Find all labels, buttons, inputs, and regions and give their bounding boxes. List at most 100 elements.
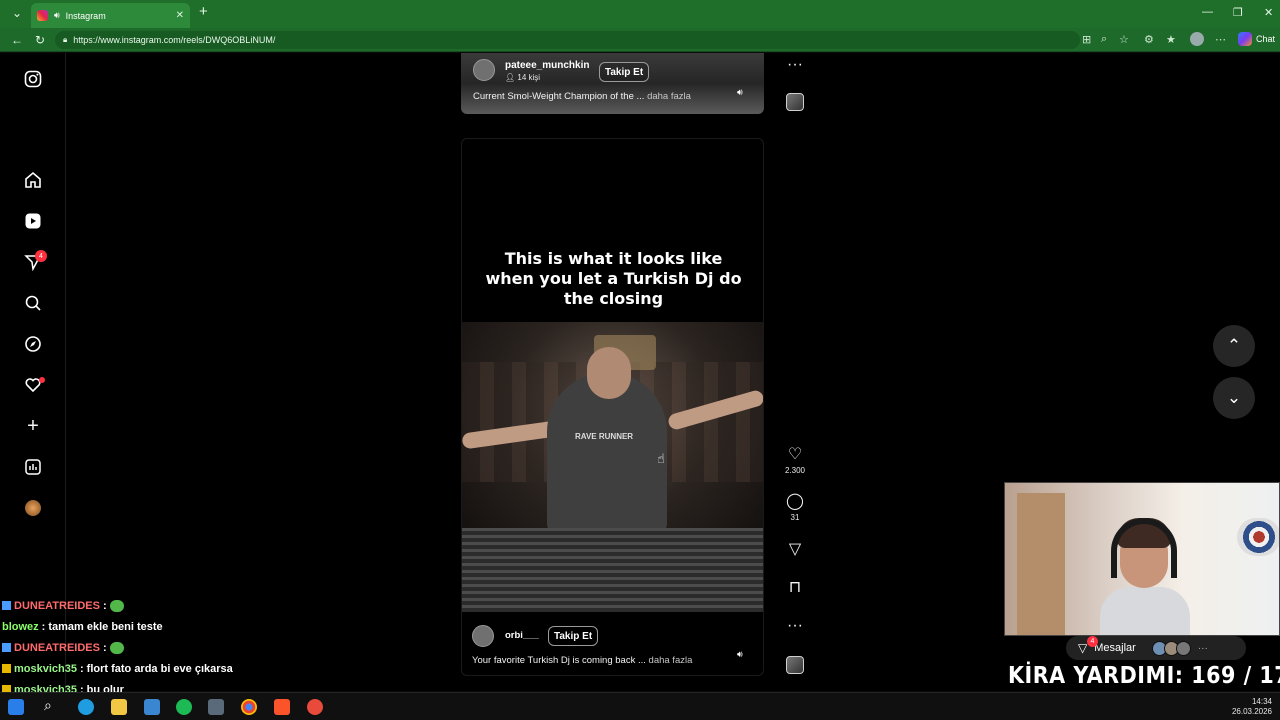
back-icon[interactable]: ← xyxy=(11,33,23,47)
reel-author-username[interactable]: pateee_munchkin xyxy=(505,60,589,71)
favorite-star-icon[interactable]: ☆ xyxy=(1119,33,1129,46)
webcam-headset xyxy=(1111,518,1177,578)
chrome-icon[interactable] xyxy=(241,699,257,715)
sound-icon[interactable]: 🔊︎ xyxy=(737,649,743,660)
more-icon[interactable]: ··· xyxy=(1198,643,1208,654)
more-link[interactable]: daha fazla xyxy=(649,655,693,666)
search-icon[interactable] xyxy=(22,292,44,314)
reel-author-username[interactable]: orbi___ xyxy=(505,630,539,641)
comment-icon[interactable]: ◯ xyxy=(780,493,810,511)
window-close-icon[interactable]: ✕ xyxy=(1264,6,1273,19)
reel-caption[interactable]: Your favorite Turkish Dj is coming back … xyxy=(472,655,692,666)
messages-pill[interactable]: ▽ 4 Mesajlar ··· xyxy=(1066,636,1246,660)
reel-author-avatar[interactable] xyxy=(473,59,495,81)
restore-icon[interactable]: ❐ xyxy=(1233,6,1243,19)
reel-more[interactable]: ··· xyxy=(780,617,810,635)
favorites-icon[interactable]: ★ xyxy=(1166,33,1176,46)
next-reel-button[interactable]: ⌄ xyxy=(1213,377,1255,419)
chat-message: moskvich35 : flort fato arda bi eve çıka… xyxy=(2,659,233,678)
chat-username: DUNEATREIDES xyxy=(14,641,100,654)
new-tab-icon[interactable]: + xyxy=(199,3,208,20)
store-icon[interactable] xyxy=(144,699,160,715)
like-heart-icon[interactable]: ♡ xyxy=(780,446,810,464)
chat-username: blowez xyxy=(2,620,39,633)
brave-icon[interactable] xyxy=(274,699,290,715)
clock-date: 26.03.2026 xyxy=(1231,707,1272,716)
profile-avatar[interactable] xyxy=(1190,32,1204,46)
emote-icon xyxy=(109,599,124,612)
obs-icon[interactable] xyxy=(307,699,323,715)
chat-text: tamam ekle beni teste xyxy=(48,620,163,633)
chat-message: DUNEATREIDES : xyxy=(2,638,124,657)
messages-badge: 4 xyxy=(1087,636,1098,647)
chat-username: moskvich35 xyxy=(14,662,77,675)
home-icon[interactable] xyxy=(22,169,44,191)
reload-icon[interactable]: ↻ xyxy=(35,33,45,47)
profile-avatar-icon[interactable] xyxy=(22,497,44,519)
browser-tab-instagram[interactable]: 🔊︎ Instagram ✕ xyxy=(31,3,190,28)
tab-close-icon[interactable]: ✕ xyxy=(176,10,184,21)
reel-save[interactable]: ⊓ xyxy=(780,579,810,597)
rent-goal-overlay: KİRA YARDIMI: 169 / 170 xyxy=(1008,663,1280,689)
more-options-icon[interactable]: ··· xyxy=(780,617,810,635)
file-explorer-icon[interactable] xyxy=(111,699,127,715)
system-clock[interactable]: 14:34 26.03.2026 xyxy=(1232,697,1272,717)
reel-share[interactable]: ▽ xyxy=(780,541,810,559)
reel-people-tag[interactable]: 👤︎ 14 kişi xyxy=(505,73,540,82)
browser-menu-icon[interactable]: ⋯ xyxy=(1215,33,1226,46)
tab-title: Instagram xyxy=(65,10,106,21)
extension-icon[interactable]: ⚙ xyxy=(1144,33,1154,46)
explore-icon[interactable] xyxy=(22,333,44,355)
spotify-icon[interactable] xyxy=(176,699,192,715)
dj-mixer xyxy=(462,528,763,612)
chevron-down-icon: ⌄ xyxy=(1226,388,1242,407)
bookmark-icon[interactable]: ⊓ xyxy=(780,579,810,597)
share-icon[interactable]: ▽ xyxy=(780,541,810,559)
reel-author-avatar[interactable] xyxy=(472,625,494,647)
address-bar[interactable]: 🔒︎ https://www.instagram.com/reels/DWQ6O… xyxy=(55,31,1080,49)
windows-taskbar: ⌕ 14:34 26.03.2026 xyxy=(0,692,1280,720)
tab-list-icon[interactable]: ⌄ xyxy=(12,6,22,20)
app-icon[interactable]: ⊞ xyxy=(1082,33,1091,46)
previous-reel-button[interactable]: ⌃ xyxy=(1213,325,1255,367)
copilot-icon xyxy=(1238,32,1252,46)
start-icon[interactable] xyxy=(8,699,24,715)
reel-video-frame[interactable]: RAVE RUNNER ☝︎ xyxy=(462,322,763,612)
audio-thumbnail[interactable] xyxy=(786,93,804,111)
audio-thumbnail[interactable] xyxy=(786,656,804,674)
webcam-door xyxy=(1017,493,1065,635)
messages-send-icon: ▽ xyxy=(1078,641,1088,655)
edge-icon[interactable] xyxy=(78,699,94,715)
shirt-text: RAVE RUNNER xyxy=(575,432,634,441)
instagram-logo-icon[interactable] xyxy=(22,68,44,90)
speaker-icon[interactable]: 🔊︎ xyxy=(54,10,60,21)
caption-text: Current Smol-Weight Champion of the ... xyxy=(473,91,645,102)
search-icon[interactable]: ⌕ xyxy=(44,697,60,713)
reel-caption[interactable]: Current Smol-Weight Champion of the ... … xyxy=(473,91,691,102)
copilot-chat-button[interactable]: Chat xyxy=(1238,32,1275,46)
dj-head xyxy=(587,347,631,399)
caption-text: Your favorite Turkish Dj is coming back … xyxy=(472,655,646,666)
minimize-icon[interactable]: — xyxy=(1202,6,1213,18)
calculator-icon[interactable] xyxy=(208,699,224,715)
previous-reel[interactable]: pateee_munchkin 👤︎ 14 kişi Takip Et Curr… xyxy=(461,53,764,114)
reel-like[interactable]: ♡ 2.300 xyxy=(780,446,810,475)
badge-icon xyxy=(2,664,11,673)
badge-icon xyxy=(2,643,11,652)
follow-button[interactable]: Takip Et xyxy=(599,62,650,82)
reels-icon[interactable] xyxy=(22,210,44,232)
zoom-icon[interactable]: ⌕ xyxy=(1101,33,1107,46)
previous-reel-actions: ··· xyxy=(780,56,810,74)
messages-label: Mesajlar xyxy=(1094,642,1136,654)
sound-icon[interactable]: 🔊︎ xyxy=(737,87,743,98)
follow-button[interactable]: Takip Et xyxy=(548,626,599,646)
comment-count: 31 xyxy=(790,513,800,522)
more-options-icon[interactable]: ··· xyxy=(780,56,810,74)
create-plus-icon[interactable]: + xyxy=(22,415,44,437)
dashboard-icon[interactable] xyxy=(22,456,44,478)
current-reel[interactable]: This is what it looks like when you let … xyxy=(461,138,764,676)
messages-badge: 4 xyxy=(35,250,47,262)
more-link[interactable]: daha fazla xyxy=(647,91,691,102)
reel-comment[interactable]: ◯ 31 xyxy=(780,493,810,522)
people-count: 14 kişi xyxy=(517,73,541,82)
